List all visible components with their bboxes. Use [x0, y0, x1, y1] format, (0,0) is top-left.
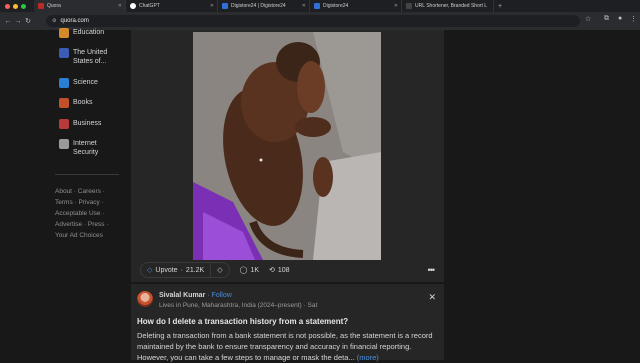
sidebar-item-label: Business: [73, 120, 102, 127]
avatar[interactable]: [137, 291, 153, 307]
sleeping-puppy-photo: [193, 32, 381, 260]
site-info-icon[interactable]: ⚙: [52, 18, 56, 24]
tab-chatgpt[interactable]: ChatGPT ✕: [126, 0, 218, 12]
author-credential: Lives in Pune, Maharashtra, India (2024–…: [159, 302, 318, 309]
tab-title: Digistore24 | Digistore24: [231, 3, 286, 9]
extensions-icon[interactable]: ⧉: [604, 15, 609, 23]
tab-title: ChatGPT: [139, 3, 160, 9]
sidebar-item-label: Education: [73, 29, 105, 36]
menu-icon[interactable]: ⋮: [630, 15, 637, 23]
downvote-button[interactable]: ◇: [210, 262, 230, 278]
close-tab-icon[interactable]: ✕: [210, 3, 214, 9]
sidebar-divider: [55, 174, 119, 175]
sidebar-item-label: The United States of...: [73, 49, 108, 65]
quora-favicon-icon: [38, 3, 44, 9]
digistore-favicon-icon: [314, 3, 320, 9]
digistore-favicon-icon: [222, 3, 228, 9]
footer-link-press[interactable]: Press: [88, 221, 105, 228]
upvote-count: 21.2K: [185, 266, 205, 274]
follow-link[interactable]: Follow: [212, 292, 232, 299]
footer-link-careers[interactable]: Careers: [78, 188, 101, 195]
close-tab-icon[interactable]: ✕: [302, 3, 306, 9]
comment-count: 1K: [250, 266, 260, 274]
author-line: Sivalal Kumar · Follow: [159, 292, 232, 299]
science-icon: [59, 78, 69, 88]
tab-strip: Quora ✕ ChatGPT ✕ Digistore24 | Digistor…: [0, 0, 640, 12]
minimize-window-button[interactable]: [13, 3, 18, 9]
share-count: 108: [277, 266, 290, 274]
more-options-icon[interactable]: •••: [428, 265, 436, 275]
tab-title: Digistore24: [323, 3, 349, 9]
reload-icon[interactable]: ↻: [23, 17, 33, 25]
sidebar-item-science[interactable]: Science: [59, 78, 98, 88]
sidebar-item-label: Books: [73, 99, 93, 106]
more-link[interactable]: (more): [357, 353, 379, 362]
comment-button[interactable]: ◯ 1K: [239, 266, 260, 275]
answer-action-bar: ◇ Upvote · 21.2K ◇ ◯ 1K ⟲ 108 •••: [131, 260, 444, 280]
sidebar-item-label: Internet Security: [73, 140, 99, 156]
maximize-window-button[interactable]: [21, 3, 26, 9]
sidebar-item-united-states[interactable]: The United States of...: [59, 48, 119, 66]
sidebar-item-business[interactable]: Business: [59, 119, 101, 129]
tab-digistore-2[interactable]: Digistore24 ✕: [310, 0, 402, 12]
books-icon: [59, 98, 69, 108]
footer-link-ad-choices[interactable]: Your Ad Choices: [55, 232, 103, 239]
close-tab-icon[interactable]: ✕: [394, 3, 398, 9]
close-window-button[interactable]: [5, 3, 10, 9]
answer-image[interactable]: [193, 32, 381, 260]
chatgpt-favicon-icon: [130, 3, 136, 9]
share-button[interactable]: ⟲ 108: [269, 266, 290, 275]
profile-icon[interactable]: ●: [618, 15, 622, 22]
footer-link-advertise[interactable]: Advertise: [55, 221, 82, 228]
footer-link-privacy[interactable]: Privacy: [78, 199, 99, 206]
back-arrow-icon[interactable]: ←: [3, 18, 13, 25]
tab-url-shortener[interactable]: URL Shortener, Branded Short Lin: [402, 0, 494, 12]
quora-page: Education The United States of... Scienc…: [0, 28, 640, 362]
comment-icon: ◯: [239, 267, 248, 274]
business-icon: [59, 119, 69, 129]
tab-title: URL Shortener, Branded Short Lin: [415, 3, 487, 9]
window-controls: [0, 3, 34, 9]
close-tab-icon[interactable]: ✕: [118, 3, 122, 9]
sidebar-item-education[interactable]: Education: [59, 28, 104, 38]
url-shortener-favicon-icon: [406, 3, 412, 9]
sidebar-item-books[interactable]: Books: [59, 98, 92, 108]
footer-link-about[interactable]: About: [55, 188, 72, 195]
question-title[interactable]: How do I delete a transaction history fr…: [137, 317, 348, 326]
education-icon: [59, 28, 69, 38]
answer-body: Deleting a transaction from a bank state…: [137, 331, 433, 362]
close-icon[interactable]: ✕: [428, 292, 436, 303]
security-icon: [59, 139, 69, 149]
sidebar-item-internet-security[interactable]: Internet Security: [59, 139, 119, 157]
tab-title: Quora: [47, 3, 61, 9]
forward-arrow-icon[interactable]: →: [13, 18, 23, 25]
answer-card-2: Sivalal Kumar · Follow Lives in Pune, Ma…: [131, 284, 444, 362]
us-flag-icon: [59, 48, 69, 58]
answer-card: [131, 30, 444, 282]
upvote-label: Upvote: [155, 266, 178, 274]
share-icon: ⟲: [269, 267, 275, 274]
answer-text: Deleting a transaction from a bank state…: [137, 331, 433, 362]
upvote-button[interactable]: ◇ Upvote · 21.2K: [140, 262, 211, 278]
author-name[interactable]: Sivalal Kumar: [159, 292, 205, 299]
footer-link-acceptable-use[interactable]: Acceptable Use: [55, 210, 101, 217]
plus-icon[interactable]: +: [494, 3, 502, 10]
address-bar[interactable]: ⚙ quora.com: [46, 15, 580, 27]
sidebar-item-label: Science: [73, 79, 98, 86]
footer-link-terms[interactable]: Terms: [55, 199, 73, 206]
bookmark-star-icon[interactable]: ☆: [585, 15, 591, 23]
downvote-arrow-icon: ◇: [217, 267, 223, 274]
sidebar-footer: About · Careers · Terms · Privacy · Acce…: [55, 188, 109, 239]
upvote-arrow-icon: ◇: [147, 267, 153, 274]
tab-digistore-1[interactable]: Digistore24 | Digistore24 ✕: [218, 0, 310, 12]
url-text: quora.com: [60, 18, 89, 24]
tab-quora[interactable]: Quora ✕: [34, 0, 126, 12]
